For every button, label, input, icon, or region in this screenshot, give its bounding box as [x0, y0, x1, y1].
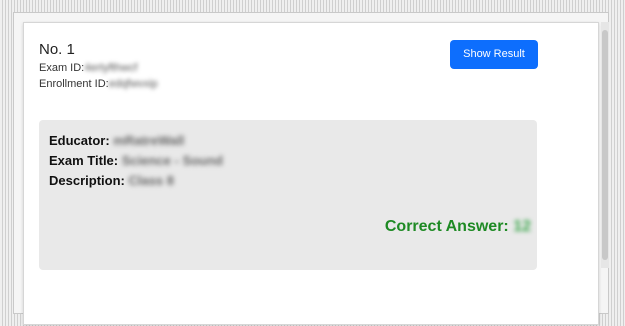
exam-title-value: Science - Sound: [121, 153, 223, 168]
exam-id-line: Exam ID:4ertyfthwcf: [39, 60, 158, 76]
educator-label: Educator:: [49, 133, 110, 148]
educator-value: mRatreWall: [113, 133, 185, 148]
correct-answer-label: Correct Answer:: [384, 218, 509, 235]
description-row: Description: Class 8: [49, 171, 223, 191]
educator-row: Educator: mRatreWall: [49, 131, 223, 151]
correct-answer-value: 12: [513, 218, 531, 235]
exam-id-value: 4ertyfthwcf: [84, 62, 138, 74]
enrollment-id-value: edqfwvxip: [108, 78, 158, 90]
scrollbar-thumb[interactable]: [602, 30, 608, 260]
exam-number: No. 1: [39, 41, 75, 58]
enrollment-id-label: Enrollment ID:: [39, 78, 109, 90]
description-label: Description:: [49, 173, 125, 188]
correct-answer-row: Correct Answer: 12: [385, 218, 531, 236]
show-result-button[interactable]: Show Result: [450, 40, 538, 69]
exam-details-list: Educator: mRatreWall Exam Title: Science…: [49, 131, 223, 191]
scrollbar[interactable]: [601, 22, 609, 268]
exam-header-text: No. 1 Exam ID:4ertyfthwcf Enrollment ID:…: [39, 40, 158, 92]
enrollment-id-line: Enrollment ID:edqfwvxip: [39, 76, 158, 92]
exam-id-label: Exam ID:: [39, 62, 85, 74]
exam-title-label: Exam Title:: [49, 153, 119, 168]
exam-details-panel: Educator: mRatreWall Exam Title: Science…: [39, 120, 537, 270]
exam-title-row: Exam Title: Science - Sound: [49, 151, 223, 171]
description-value: Class 8: [128, 173, 175, 188]
